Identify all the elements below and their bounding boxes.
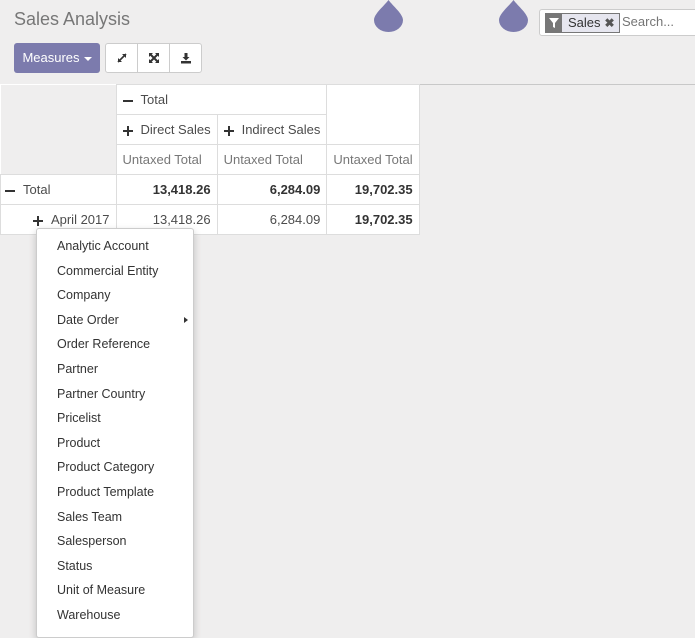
- search-input[interactable]: [622, 14, 695, 29]
- download-icon: [180, 53, 191, 64]
- menu-item-pricelist[interactable]: Pricelist: [37, 406, 193, 431]
- filter-icon: [546, 14, 562, 32]
- cell-value: 6,284.09: [216, 204, 328, 235]
- measures-button[interactable]: Measures: [14, 43, 100, 73]
- pivot-table: Total Direct Sales Indirect Sales Untaxe…: [0, 84, 420, 235]
- measure-header[interactable]: Untaxed Total: [115, 144, 218, 175]
- col-header-blank: [326, 84, 420, 145]
- col-header-total[interactable]: Total: [115, 84, 328, 115]
- pivot-toolbar: [105, 43, 202, 73]
- col-header-indirect-sales[interactable]: Indirect Sales: [216, 114, 328, 145]
- collapse-icon: [122, 96, 133, 106]
- expand-icon: [122, 125, 133, 136]
- search-facet: Sales ✖: [545, 13, 620, 33]
- measure-header[interactable]: Untaxed Total: [326, 144, 420, 175]
- measure-header[interactable]: Untaxed Total: [216, 144, 328, 175]
- submenu-arrow-icon: [184, 316, 188, 323]
- decorative-drop-icon: [374, 0, 403, 32]
- menu-item-product-template[interactable]: Product Template: [37, 480, 193, 505]
- groupby-dropdown-menu: Analytic Account Commercial Entity Compa…: [36, 228, 194, 638]
- download-button[interactable]: [170, 44, 201, 72]
- menu-item-sales-team[interactable]: Sales Team: [37, 505, 193, 530]
- fullscreen-button[interactable]: [138, 44, 170, 72]
- menu-item-warehouse[interactable]: Warehouse: [37, 603, 193, 628]
- table-row: Total 13,418.26 6,284.09 19,702.35: [0, 174, 420, 205]
- menu-item-date-order[interactable]: Date Order: [37, 308, 193, 333]
- collapse-icon: [5, 186, 15, 196]
- cell-value: 6,284.09: [216, 174, 328, 205]
- menu-item-company[interactable]: Company: [37, 283, 193, 308]
- menu-item-status[interactable]: Status: [37, 554, 193, 579]
- cell-value: 13,418.26: [115, 174, 218, 205]
- decorative-drop-icon: [499, 0, 528, 32]
- menu-item-order-reference[interactable]: Order Reference: [37, 332, 193, 357]
- menu-item-commercial-entity[interactable]: Commercial Entity: [37, 259, 193, 284]
- row-header-total[interactable]: Total: [0, 174, 117, 205]
- page-title: Sales Analysis: [14, 9, 131, 29]
- expand-button[interactable]: [106, 44, 138, 72]
- menu-item-analytic-account[interactable]: Analytic Account: [37, 234, 193, 259]
- expand-icon: [223, 125, 234, 136]
- search-bar: Sales ✖: [539, 9, 695, 36]
- facet-remove-icon[interactable]: ✖: [605, 14, 619, 32]
- fullscreen-icon: [148, 53, 159, 63]
- cell-value: 19,702.35: [326, 204, 420, 235]
- menu-item-product[interactable]: Product: [37, 431, 193, 456]
- col-header-direct-sales[interactable]: Direct Sales: [115, 114, 218, 145]
- control-panel: Sales Analysis Measures Sales ✖: [0, 0, 695, 85]
- expand-icon: [116, 53, 127, 63]
- expand-icon: [32, 215, 43, 226]
- menu-item-partner[interactable]: Partner: [37, 357, 193, 382]
- cell-value: 19,702.35: [326, 174, 420, 205]
- facet-label: Sales: [568, 15, 601, 30]
- menu-item-unit-of-measure[interactable]: Unit of Measure: [37, 578, 193, 603]
- measures-label: Measures: [22, 50, 80, 65]
- menu-item-salesperson[interactable]: Salesperson: [37, 529, 193, 554]
- menu-item-partner-country[interactable]: Partner Country: [37, 382, 193, 407]
- pivot-corner: [0, 84, 117, 175]
- caret-down-icon: [83, 56, 92, 61]
- menu-item-product-category[interactable]: Product Category: [37, 455, 193, 480]
